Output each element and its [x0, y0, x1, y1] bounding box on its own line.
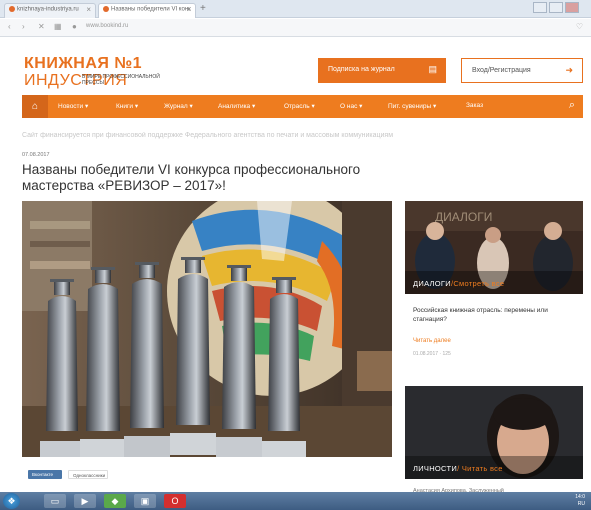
stop-icon[interactable]: ✕ [38, 22, 45, 31]
app-icon[interactable]: ◆ [104, 494, 126, 508]
personalities-card-image[interactable]: ЛИЧНОСТИ/ Читать все [405, 386, 583, 479]
subscribe-label: Подписка на журнал [328, 66, 395, 73]
window-close-button[interactable] [565, 2, 579, 13]
back-icon[interactable]: ‹ [8, 22, 11, 31]
article-photo [22, 201, 392, 457]
nav-item[interactable]: Журнал ▾ [164, 102, 193, 110]
favicon-icon [103, 6, 109, 12]
sidebar-article-title[interactable]: Российская книжная отрасль: перемены или… [413, 306, 577, 324]
read-all-link[interactable]: / Читать все [457, 464, 503, 473]
subscribe-button[interactable]: Подписка на журнал ▤ [318, 58, 446, 83]
close-tab-icon[interactable]: × [186, 5, 191, 14]
system-tray[interactable]: 14:0 RU [575, 494, 585, 508]
nav-item[interactable]: Заказ [466, 102, 483, 109]
maximize-button[interactable] [549, 2, 563, 13]
explorer-icon[interactable]: ▭ [44, 494, 66, 508]
article-title: Названы победители VI конкурса профессио… [22, 162, 361, 193]
share-vk-button[interactable]: Вконтакте [28, 470, 62, 479]
browser-tab-active[interactable]: Названы победители VI конк × [98, 3, 196, 18]
magazine-icon: ▤ [428, 64, 437, 74]
see-all-link[interactable]: /Смотреть все [451, 279, 504, 288]
start-button[interactable]: ❖ [3, 493, 20, 509]
browser-tab[interactable]: knizhnaya-industriya.ru × [4, 3, 96, 18]
nav-item[interactable]: Отрасль ▾ [284, 102, 315, 110]
article-date: 07.08.2017 [22, 152, 50, 158]
taskbar: ❖ ▭ ▶ ◆ ▣ O 14:0 RU [0, 492, 591, 510]
login-button[interactable]: Вход/Регистрация ➜ [461, 58, 583, 83]
language-indicator: RU [577, 501, 585, 507]
url-field[interactable]: www.bookind.ru [86, 23, 128, 29]
login-arrow-icon: ➜ [565, 65, 573, 75]
forward-icon[interactable]: › [22, 22, 25, 31]
nav-item[interactable]: О нас ▾ [340, 102, 362, 110]
nav-item[interactable]: Книги ▾ [116, 102, 138, 110]
speed-dial-icon[interactable]: ▦ [54, 22, 62, 31]
support-notice: Сайт финансируется при финансовой поддер… [22, 132, 394, 139]
login-label: Вход/Регистрация [472, 67, 531, 74]
site-info-icon[interactable]: ● [72, 22, 77, 31]
nav-item[interactable]: Новости ▾ [58, 102, 88, 110]
new-tab-icon[interactable]: + [200, 3, 206, 14]
minimize-button[interactable] [533, 2, 547, 13]
address-bar: ‹ › ✕ ▦ ● www.bookind.ru ♡ [0, 19, 591, 37]
bookmark-icon[interactable]: ♡ [576, 22, 583, 31]
nav-item[interactable]: Аналитика ▾ [218, 102, 255, 110]
browser-tab-bar: knizhnaya-industriya.ru × Названы победи… [0, 0, 591, 18]
personalities-caption: ЛИЧНОСТИ/ Читать все [413, 464, 503, 473]
clock-time: 14:0 [575, 494, 585, 500]
opera-icon[interactable]: O [164, 494, 186, 508]
tab-label: Названы победители VI конк [111, 6, 191, 13]
main-navigation: ⌂ Новости ▾ Книги ▾ Журнал ▾ Аналитика ▾… [22, 95, 583, 118]
read-more-link[interactable]: Читать далее [413, 338, 451, 344]
dialogues-card-image[interactable]: ДИАЛОГИ ДИАЛОГИ/Смотреть все [405, 201, 583, 294]
window-icon[interactable]: ▣ [134, 494, 156, 508]
nav-item[interactable]: Пит. сувениры ▾ [388, 102, 436, 110]
logo-tagline: В МИРЕ ПРОФЕССИОНАЛЬНОЙ ПРЕССЫ [82, 74, 160, 86]
svg-text:ДИАЛОГИ: ДИАЛОГИ [435, 210, 492, 224]
close-tab-icon[interactable]: × [86, 5, 91, 14]
sidebar-article-meta: 01.08.2017 · 125 [413, 351, 451, 357]
tab-label: knizhnaya-industriya.ru [17, 6, 79, 13]
favicon-icon [9, 6, 15, 12]
search-icon[interactable]: ⌕ [569, 99, 575, 112]
dialogues-caption: ДИАЛОГИ/Смотреть все [413, 279, 505, 288]
home-icon[interactable]: ⌂ [22, 95, 48, 118]
media-player-icon[interactable]: ▶ [74, 494, 96, 508]
logo-line1[interactable]: КНИЖНАЯ №1 [24, 55, 142, 73]
share-ok-button[interactable]: Одноклассники [68, 470, 108, 479]
